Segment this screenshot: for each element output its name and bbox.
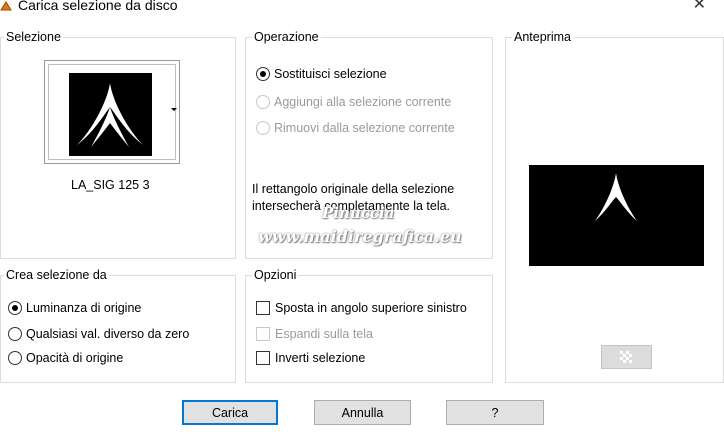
preview-image — [529, 165, 704, 266]
radio-label: Qualsiasi val. diverso da zero — [26, 327, 190, 341]
operazione-label: Operazione — [252, 30, 321, 44]
radio-label: Opacità di origine — [26, 351, 124, 365]
info-line-1: Il rettangolo originale della selezione — [252, 182, 455, 196]
radio-button-checked[interactable] — [256, 67, 270, 81]
radio-sostituisci[interactable]: Sostituisci selezione — [256, 65, 387, 83]
checkbox[interactable] — [256, 351, 270, 365]
radio-button-checked[interactable] — [8, 301, 22, 315]
radio-luminanza[interactable]: Luminanza di origine — [8, 299, 141, 317]
radio-rimuovi[interactable]: Rimuovi dalla selezione corrente — [256, 119, 455, 137]
checkbox[interactable] — [256, 327, 270, 341]
watermark-line-1: Pinuccia — [322, 204, 395, 222]
load-button[interactable]: Carica — [182, 400, 278, 425]
dropdown-arrow-icon[interactable] — [171, 108, 177, 111]
checkbox-inverti[interactable]: Inverti selezione — [256, 349, 365, 367]
watermark-line-2: www.maidiregrafica.eu — [258, 227, 462, 246]
checkbox-label: Espandi sulla tela — [275, 327, 373, 341]
preview-zoom-button[interactable] — [601, 345, 652, 369]
anteprima-label: Anteprima — [512, 30, 573, 44]
app-icon — [0, 0, 12, 11]
radio-button[interactable] — [8, 327, 22, 341]
opzioni-label: Opzioni — [252, 268, 299, 282]
crea-label: Crea selezione da — [4, 268, 109, 282]
radio-button[interactable] — [256, 95, 270, 109]
selection-thumbnail-image — [69, 73, 152, 156]
checkbox-label: Inverti selezione — [275, 351, 366, 365]
close-icon[interactable]: ✕ — [693, 0, 706, 14]
checkbox-sposta[interactable]: Sposta in angolo superiore sinistro — [256, 299, 467, 317]
selection-file-name: LA_SIG 125 3 — [71, 178, 150, 192]
radio-button[interactable] — [256, 121, 270, 135]
checkbox-espandi[interactable]: Espandi sulla tela — [256, 325, 373, 343]
selection-thumbnail-picker[interactable] — [44, 60, 180, 164]
radio-label: Aggiungi alla selezione corrente — [274, 95, 452, 109]
cancel-button[interactable]: Annulla — [314, 400, 411, 425]
radio-opacita[interactable]: Opacità di origine — [8, 349, 123, 367]
selezione-label: Selezione — [4, 30, 63, 44]
help-button[interactable]: ? — [446, 400, 544, 425]
checkbox-label: Sposta in angolo superiore sinistro — [275, 301, 467, 315]
radio-button[interactable] — [8, 351, 22, 365]
checkbox[interactable] — [256, 301, 270, 315]
radio-label: Rimuovi dalla selezione corrente — [274, 121, 455, 135]
radio-label: Sostituisci selezione — [274, 67, 387, 81]
radio-label: Luminanza di origine — [26, 301, 142, 315]
checkerboard-icon — [620, 351, 632, 363]
radio-qualsiasi[interactable]: Qualsiasi val. diverso da zero — [8, 325, 189, 343]
window-title: Carica selezione da disco — [18, 0, 178, 13]
radio-aggiungi[interactable]: Aggiungi alla selezione corrente — [256, 93, 451, 111]
selection-thumbnail — [48, 64, 176, 160]
